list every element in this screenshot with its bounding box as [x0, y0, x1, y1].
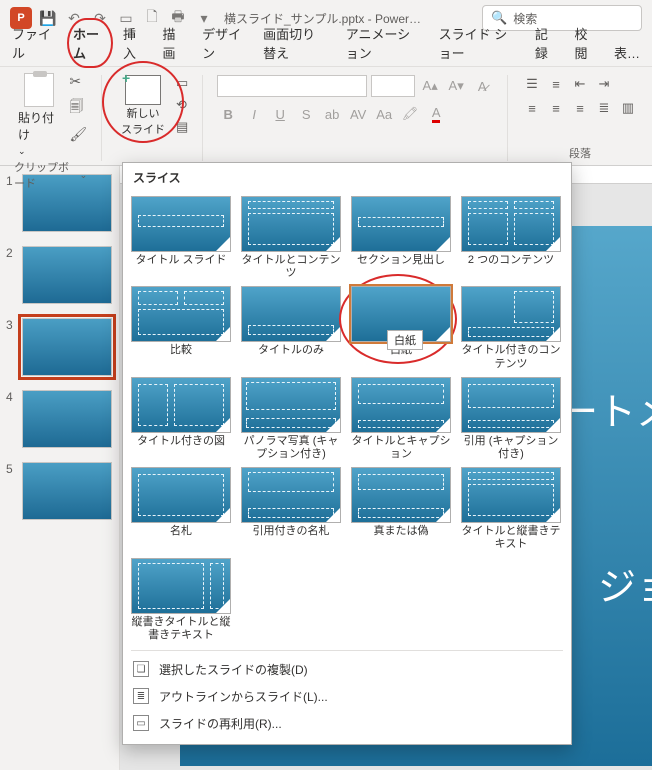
layout-item-quote-namecard[interactable]: 引用付きの名札	[239, 467, 343, 551]
layout-item-blank[interactable]: 白紙 白紙	[349, 286, 453, 370]
clipboard-icon	[24, 73, 54, 107]
tab-design[interactable]: デザイン	[200, 20, 247, 66]
menu-duplicate-slides[interactable]: ❏選択したスライドの複製(D)	[133, 659, 561, 680]
thumb-number: 4	[6, 390, 16, 404]
tab-insert[interactable]: 挿入	[121, 20, 147, 66]
numbering-icon[interactable]: ≡	[546, 75, 566, 93]
layout-item-content-caption[interactable]: タイトル付きのコンテンツ	[459, 286, 563, 370]
copy-icon[interactable]: 🗐	[69, 96, 87, 120]
tab-draw[interactable]: 描画	[161, 20, 187, 66]
layout-item-section-header[interactable]: セクション見出し	[349, 196, 453, 280]
paste-button[interactable]: 貼り付け⌄	[14, 71, 63, 159]
tab-review[interactable]: 校閲	[572, 20, 598, 66]
format-painter-icon[interactable]: 🖌	[69, 126, 87, 143]
gallery-footer-menu: ❏選択したスライドの複製(D) ≣アウトラインからスライド(L)... ▭スライ…	[123, 655, 571, 738]
clear-format-icon[interactable]: A̷	[471, 75, 493, 97]
increase-font-icon[interactable]: A▴	[419, 75, 441, 97]
ribbon-tabs: ファイル ホーム 挿入 描画 デザイン 画面切り替え アニメーション スライド …	[0, 36, 652, 66]
new-slide-layout-gallery: スライス タイトル スライド タイトルとコンテンツ セクション見出し 2 つのコ…	[122, 162, 572, 745]
new-slide-label: 新しい スライド	[121, 105, 165, 137]
spacing-button[interactable]: AV	[347, 103, 369, 125]
decrease-font-icon[interactable]: A▾	[445, 75, 467, 97]
group-font: A▴ A▾ A̷ B I U S ab AV Aa 🖍 A	[211, 71, 499, 165]
tab-slideshow[interactable]: スライド ショー	[437, 20, 519, 66]
align-center-icon[interactable]: ≡	[546, 99, 566, 117]
reset-icon[interactable]: ⟲	[176, 97, 188, 113]
layout-item-title-slide[interactable]: タイトル スライド	[129, 196, 233, 280]
layout-icon[interactable]: ▭	[176, 75, 188, 91]
underline-button[interactable]: U	[269, 103, 291, 125]
shadow-button[interactable]: ab	[321, 103, 343, 125]
new-slide-button[interactable]: 新しい スライド	[116, 71, 170, 141]
reuse-icon: ▭	[133, 715, 149, 731]
layout-item-two-content[interactable]: 2 つのコンテンツ	[459, 196, 563, 280]
tab-file[interactable]: ファイル	[10, 20, 57, 66]
paragraph-group-label: 段落	[569, 145, 591, 161]
thumb-number: 5	[6, 462, 16, 476]
italic-button[interactable]: I	[243, 103, 265, 125]
slide-thumb-selected[interactable]	[22, 318, 112, 376]
highlight-button[interactable]: 🖍	[399, 103, 421, 125]
section-icon[interactable]: ▤	[176, 119, 188, 135]
indent-inc-icon[interactable]: ⇥	[594, 75, 614, 93]
layout-item-comparison[interactable]: 比較	[129, 286, 233, 370]
strike-button[interactable]: S	[295, 103, 317, 125]
case-button[interactable]: Aa	[373, 103, 395, 125]
thumb-number: 3	[6, 318, 16, 332]
menu-reuse-slides[interactable]: ▭スライドの再利用(R)...	[133, 713, 561, 734]
font-family-combo[interactable]	[217, 75, 367, 97]
slide-thumb[interactable]	[22, 246, 112, 304]
layout-item-namecard[interactable]: 名札	[129, 467, 233, 551]
clipboard-group-label: クリップボード	[14, 159, 78, 191]
font-color-button[interactable]: A	[425, 103, 447, 125]
group-clipboard: 貼り付け⌄ ✂ 🗐 🖌 クリップボード ⌄	[8, 71, 93, 165]
tab-transitions[interactable]: 画面切り替え	[261, 20, 330, 66]
bold-button[interactable]: B	[217, 103, 239, 125]
layout-item-quote-caption[interactable]: 引用 (キャプション付き)	[459, 377, 563, 461]
slide-text-fragment: ートメン	[560, 381, 652, 436]
layout-item-title-only[interactable]: タイトルのみ	[239, 286, 343, 370]
justify-icon[interactable]: ≣	[594, 99, 614, 117]
cut-icon[interactable]: ✂	[69, 73, 87, 90]
columns-icon[interactable]: ▥	[618, 99, 638, 117]
gallery-grid: タイトル スライド タイトルとコンテンツ セクション見出し 2 つのコンテンツ …	[123, 192, 571, 646]
align-left-icon[interactable]: ≡	[522, 99, 542, 117]
layout-item-title-vtext[interactable]: タイトルと縦書きテキスト	[459, 467, 563, 551]
thumb-number: 2	[6, 246, 16, 260]
new-slide-icon	[125, 75, 161, 105]
tab-animations[interactable]: アニメーション	[344, 20, 423, 66]
tab-record[interactable]: 記録	[533, 20, 559, 66]
outline-icon: ≣	[133, 688, 149, 704]
paste-label: 貼り付け	[18, 111, 54, 142]
slide-thumb[interactable]	[22, 462, 112, 520]
group-slides: 新しい スライド ▭ ⟲ ▤	[110, 71, 194, 165]
layout-item-title-caption[interactable]: タイトルとキャプション	[349, 377, 453, 461]
menu-outline-slides[interactable]: ≣アウトラインからスライド(L)...	[133, 686, 561, 707]
layout-item-picture-caption[interactable]: タイトル付きの図	[129, 377, 233, 461]
group-paragraph: ☰ ≡ ⇤ ⇥ ≡ ≡ ≡ ≣ ▥ 段落	[516, 71, 644, 165]
ribbon: 貼り付け⌄ ✂ 🗐 🖌 クリップボード ⌄ 新しい スライド ▭ ⟲ ▤	[0, 66, 652, 166]
slide-thumb[interactable]	[22, 390, 112, 448]
font-size-combo[interactable]	[371, 75, 415, 97]
layout-item-panorama[interactable]: パノラマ写真 (キャプション付き)	[239, 377, 343, 461]
align-right-icon[interactable]: ≡	[570, 99, 590, 117]
duplicate-icon: ❏	[133, 661, 149, 677]
gallery-section-title: スライス	[123, 163, 571, 192]
layout-item-true-false[interactable]: 真または偽	[349, 467, 453, 551]
tab-home[interactable]: ホーム	[71, 20, 107, 66]
slide-thumbnails-pane[interactable]: 1 2 3 4 5	[0, 166, 120, 770]
layout-item-vtitle-vtext[interactable]: 縦書きタイトルと縦書きテキスト	[129, 558, 233, 642]
indent-dec-icon[interactable]: ⇤	[570, 75, 590, 93]
slide-text-fragment: ジョン	[560, 556, 652, 611]
layout-tooltip: 白紙	[387, 330, 423, 350]
tab-view[interactable]: 表…	[612, 39, 642, 66]
bullets-icon[interactable]: ☰	[522, 75, 542, 93]
layout-item-title-content[interactable]: タイトルとコンテンツ	[239, 196, 343, 280]
